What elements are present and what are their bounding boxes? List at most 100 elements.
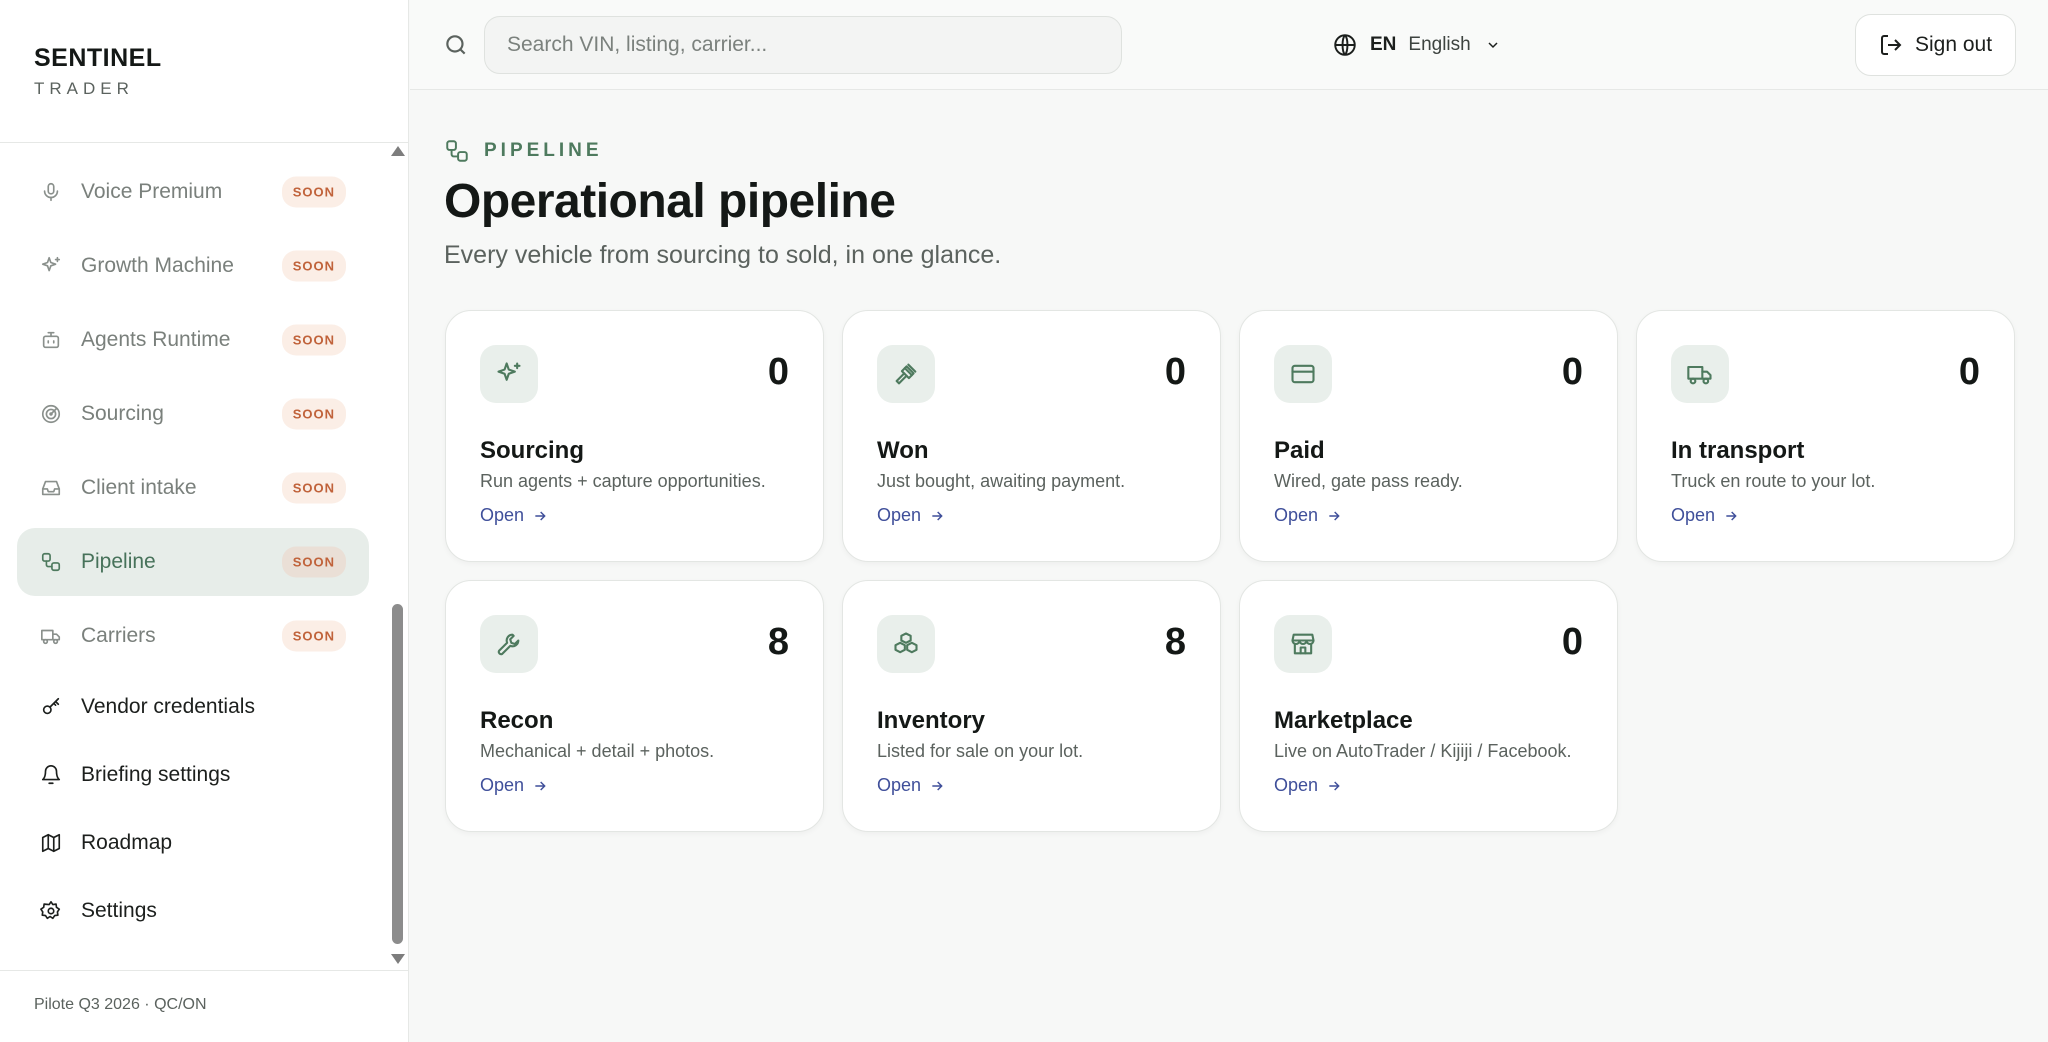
card-count: 0 [767, 351, 789, 393]
bot-icon [39, 328, 63, 352]
pipeline-card-sourcing[interactable]: 0 Sourcing Run agents + capture opportun… [445, 310, 824, 562]
sidebar-item-growth-machine[interactable]: Growth Machine SOON [17, 232, 369, 300]
card-title: Won [877, 437, 929, 464]
sidebar-item-sourcing[interactable]: Sourcing SOON [17, 380, 369, 448]
sidebar-item-label: Settings [81, 899, 157, 922]
soon-badge: SOON [281, 176, 346, 208]
sign-out-button[interactable]: Sign out [1855, 14, 2016, 76]
card-description: Truck en route to your lot. [1671, 471, 1876, 491]
arrow-right-icon [932, 780, 943, 791]
sidebar-item-voice-premium[interactable]: Voice Premium SOON [17, 158, 369, 226]
card-count: 0 [1561, 351, 1583, 393]
card-description: Wired, gate pass ready. [1274, 471, 1463, 491]
open-link-label: Open [877, 505, 922, 525]
page-subtitle: Every vehicle from sourcing to sold, in … [444, 241, 1002, 269]
map-icon [39, 831, 63, 855]
search-input[interactable] [484, 16, 1122, 74]
sidebar-item-label: Vendor credentials [81, 695, 255, 718]
store-icon [1274, 615, 1332, 673]
sign-out-label: Sign out [1914, 33, 1993, 56]
sidebar-item-label: Client intake [81, 476, 197, 499]
pipeline-card-paid[interactable]: 0 Paid Wired, gate pass ready. Open [1239, 310, 1618, 562]
sidebar: SENTINEL TRADER Voice Premium SOON Growt… [0, 0, 409, 1042]
gavel-icon [877, 345, 935, 403]
arrow-right-icon [932, 510, 943, 521]
radar-icon [39, 402, 63, 426]
boxes-icon [877, 615, 935, 673]
sidebar-item-label: Agents Runtime [81, 328, 231, 351]
card-title: Recon [480, 707, 554, 734]
soon-badge: SOON [281, 472, 346, 504]
language-selector[interactable]: EN English [1332, 30, 1501, 60]
pipeline-card-marketplace[interactable]: 0 Marketplace Live on AutoTrader / Kijij… [1239, 580, 1618, 832]
divider [0, 142, 409, 143]
mic-icon [39, 180, 63, 204]
card-count: 0 [1958, 351, 1980, 393]
sidebar-nav: Voice Premium SOON Growth Machine SOON A… [17, 158, 369, 948]
scroll-up-arrow[interactable] [391, 146, 405, 156]
sidebar-item-client-intake[interactable]: Client intake SOON [17, 454, 369, 522]
pipeline-card-won[interactable]: 0 Won Just bought, awaiting payment. Ope… [842, 310, 1221, 562]
divider [0, 970, 409, 971]
card-open-link[interactable]: Open [480, 775, 548, 796]
sign-out-icon [1880, 35, 1902, 55]
truck-icon [39, 624, 63, 648]
inbox-icon [39, 476, 63, 500]
card-open-link[interactable]: Open [1274, 505, 1342, 526]
scrollbar-thumb[interactable] [392, 604, 403, 944]
pipeline-card-recon[interactable]: 8 Recon Mechanical + detail + photos. Op… [445, 580, 824, 832]
top-bar: EN English Sign out [410, 0, 2048, 90]
brand-name: SENTINEL [34, 44, 162, 72]
credit-card-icon [1274, 345, 1332, 403]
soon-badge: SOON [281, 324, 346, 356]
pipeline-card-inventory[interactable]: 8 Inventory Listed for sale on your lot.… [842, 580, 1221, 832]
scroll-down-arrow[interactable] [391, 954, 405, 964]
open-link-label: Open [480, 775, 525, 795]
soon-badge: SOON [281, 398, 346, 430]
sidebar-item-settings[interactable]: Settings [17, 880, 369, 942]
pipeline-card-in-transport[interactable]: 0 In transport Truck en route to your lo… [1636, 310, 2015, 562]
card-open-link[interactable]: Open [480, 505, 548, 526]
card-description: Live on AutoTrader / Kijiji / Facebook. [1274, 741, 1572, 761]
card-description: Just bought, awaiting payment. [877, 471, 1126, 491]
sidebar-item-carriers[interactable]: Carriers SOON [17, 602, 369, 670]
sidebar-item-label: Growth Machine [81, 254, 234, 277]
gear-icon [39, 899, 63, 923]
card-title: Sourcing [480, 437, 585, 464]
bell-icon [39, 763, 63, 787]
open-link-label: Open [1274, 505, 1319, 525]
card-title: Paid [1274, 437, 1325, 464]
sidebar-item-label: Briefing settings [81, 763, 231, 786]
card-title: Inventory [877, 707, 986, 734]
card-count: 8 [1164, 621, 1186, 663]
sidebar-item-vendor-credentials[interactable]: Vendor credentials [17, 676, 369, 738]
globe-icon [1334, 34, 1356, 56]
sidebar-item-pipeline[interactable]: Pipeline SOON [17, 528, 369, 596]
arrow-right-icon [535, 510, 546, 521]
sidebar-item-label: Pipeline [81, 550, 156, 573]
arrow-right-icon [1329, 780, 1340, 791]
arrow-right-icon [535, 780, 546, 791]
card-open-link[interactable]: Open [877, 505, 945, 526]
sidebar-footer: Pilote Q3 2026 · QC/ON [34, 996, 207, 1013]
card-open-link[interactable]: Open [1671, 505, 1739, 526]
wrench-icon [480, 615, 538, 673]
card-title: In transport [1671, 437, 1805, 464]
search-icon [443, 32, 469, 58]
card-open-link[interactable]: Open [1274, 775, 1342, 796]
sidebar-item-briefing-settings[interactable]: Briefing settings [17, 744, 369, 806]
sidebar-item-roadmap[interactable]: Roadmap [17, 812, 369, 874]
card-open-link[interactable]: Open [877, 775, 945, 796]
card-count: 0 [1561, 621, 1583, 663]
sidebar-item-label: Voice Premium [81, 180, 223, 203]
brand-logo[interactable]: SENTINEL TRADER [34, 44, 162, 99]
open-link-label: Open [1274, 775, 1319, 795]
page-title: Operational pipeline [444, 175, 896, 228]
card-description: Run agents + capture opportunities. [480, 471, 766, 491]
card-count: 0 [1164, 351, 1186, 393]
arrow-right-icon [1329, 510, 1340, 521]
card-description: Mechanical + detail + photos. [480, 741, 715, 761]
sidebar-item-agents-runtime[interactable]: Agents Runtime SOON [17, 306, 369, 374]
truck-icon [1671, 345, 1729, 403]
language-code: EN [1370, 34, 1397, 55]
